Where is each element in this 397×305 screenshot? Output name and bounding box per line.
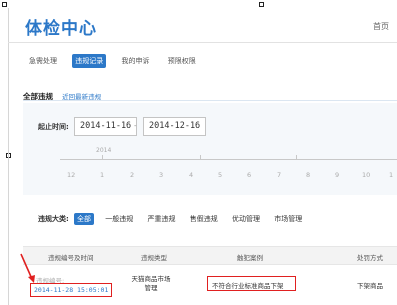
timeline-month[interactable]: 6 xyxy=(247,171,251,179)
tab-bar: 急需处理 违规记录 我的申诉 预限权限 xyxy=(26,54,209,68)
resize-handle-top-left[interactable] xyxy=(2,2,7,7)
resize-handle-top-center[interactable] xyxy=(259,2,264,7)
column-header-penalty: 处罚方式 xyxy=(357,254,383,262)
timeline-month[interactable]: 1 xyxy=(389,171,393,179)
timeline-month[interactable]: 4 xyxy=(189,171,193,179)
filter-option-market[interactable]: 市场管理 xyxy=(271,213,305,225)
date-range-label: 起止时间: xyxy=(38,123,69,131)
section-header: 全部违规 近回最新违规 xyxy=(23,84,397,101)
page-title: 体检中心 xyxy=(25,19,97,39)
date-separator: - xyxy=(134,122,137,130)
home-link[interactable]: 首页 xyxy=(373,21,389,32)
annotation-arrow-icon xyxy=(20,253,35,283)
timeline-month[interactable]: 2 xyxy=(130,171,134,179)
violation-case[interactable]: 不符合行业标准商品下架 xyxy=(212,280,284,290)
timeline-tick xyxy=(200,155,201,159)
start-date-field[interactable]: 2014-11-16 xyxy=(74,117,138,136)
column-header-type: 违规类型 xyxy=(141,254,167,262)
tab-violation-records[interactable]: 违规记录 xyxy=(72,54,107,68)
timeline-month[interactable]: 5 xyxy=(218,171,222,179)
tab-my-appeals[interactable]: 我的申诉 xyxy=(118,54,152,68)
violation-time[interactable]: 2014-11-28 15:05:01 xyxy=(34,286,108,294)
tab-urgent[interactable]: 急需处理 xyxy=(26,54,60,68)
timeline-month[interactable]: 12 xyxy=(67,171,75,179)
violation-category-filter: 违规大类: 全部 一般违规 严重违规 售假违规 优动管理 市场管理 xyxy=(38,213,311,225)
timeline-tick xyxy=(102,155,103,159)
column-header-id-time: 违规编号及时间 xyxy=(48,254,94,262)
timeline-month[interactable]: 10 xyxy=(362,171,370,179)
violation-type: 天猫商品市场管理 xyxy=(131,275,171,292)
timeline-month[interactable]: 1 xyxy=(100,171,104,179)
timeline-axis[interactable] xyxy=(60,159,397,160)
filter-option-general[interactable]: 一般违规 xyxy=(102,213,136,225)
header-divider xyxy=(8,42,397,43)
timeline-month[interactable]: 3 xyxy=(159,171,163,179)
timeline-year: 2014 xyxy=(96,147,112,154)
filter-option-promotion[interactable]: 优动管理 xyxy=(229,213,263,225)
column-header-case: 触犯案例 xyxy=(237,254,263,262)
filter-option-serious[interactable]: 严重违规 xyxy=(145,213,179,225)
end-date-field[interactable]: 2014-12-16 xyxy=(143,117,207,136)
section-divider xyxy=(23,100,397,101)
filter-option-all[interactable]: 全部 xyxy=(74,213,95,225)
filter-label: 违规大类: xyxy=(38,215,69,223)
timeline-month[interactable]: 7 xyxy=(277,171,281,179)
timeline-tick xyxy=(296,155,297,159)
timeline-month[interactable]: 9 xyxy=(335,171,339,179)
timeline-month[interactable]: 8 xyxy=(306,171,310,179)
penalty-method: 下架商品 xyxy=(357,282,383,290)
tab-permissions[interactable]: 预限权限 xyxy=(165,54,199,68)
filter-option-counterfeit[interactable]: 售假违规 xyxy=(187,213,221,225)
